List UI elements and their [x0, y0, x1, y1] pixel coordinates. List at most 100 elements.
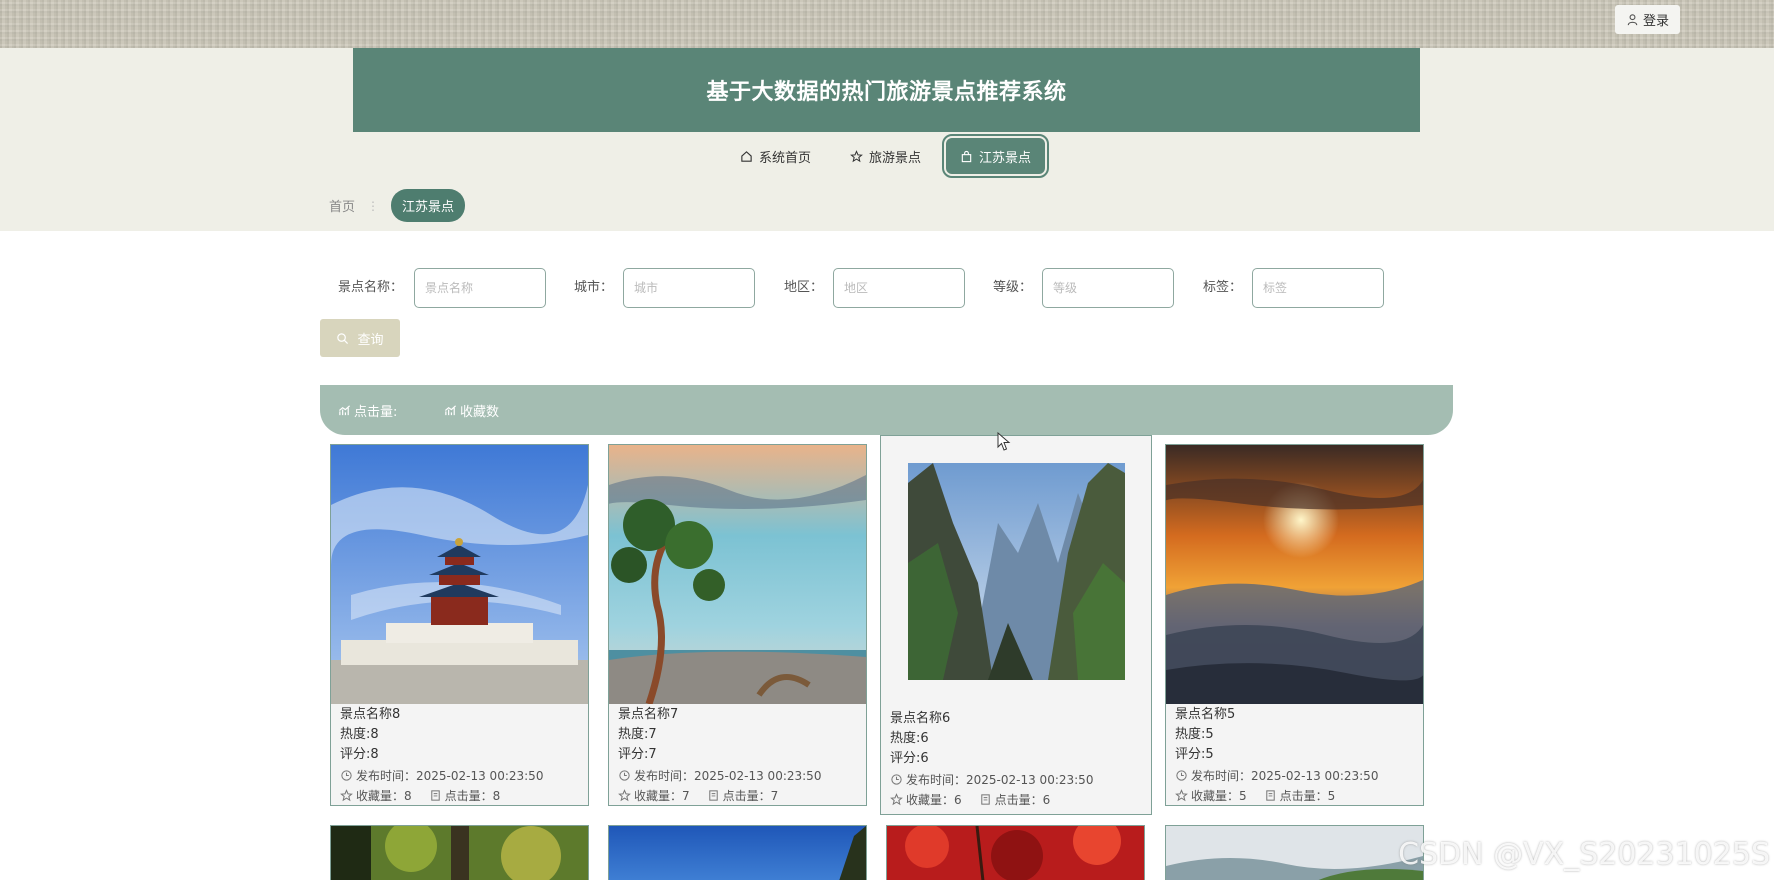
bag-icon — [961, 150, 972, 162]
favorites-count: 收藏量：6 — [906, 792, 962, 807]
login-label: 登录 — [1642, 13, 1669, 28]
nav-item-home[interactable]: 系统首页 — [740, 138, 811, 174]
city-input[interactable] — [623, 268, 755, 308]
publish-time-row: 发布时间：2025-02-13 00:23:50 — [618, 765, 821, 785]
favorites-count: 收藏量：5 — [1191, 788, 1247, 803]
title-banner: 基于大数据的热门旅游景点推荐系统 — [353, 48, 1420, 132]
attraction-image[interactable] — [1166, 445, 1423, 704]
mountain-image — [908, 463, 1125, 680]
clicks-count: 点击量：8 — [444, 788, 501, 803]
star-icon — [1175, 788, 1188, 801]
nav-item-label: 江苏景点 — [979, 150, 1032, 166]
attraction-card-hovered[interactable]: 景点名称6 热度:6 评分:6 发布时间：2025-02-13 00:23:50… — [880, 435, 1152, 815]
red-maple-image — [887, 817, 1144, 880]
clicks-count: 点击量：6 — [994, 792, 1051, 807]
stats-row: 收藏量：7 点击量：7 — [618, 785, 821, 805]
search-form: 景点名称： 城市： 地区： 等级： 标签： — [0, 268, 1774, 308]
clicks-count: 点击量：7 — [722, 788, 779, 803]
pine-tree-image — [609, 445, 866, 704]
nav-item-label: 系统首页 — [759, 150, 812, 166]
chart-icon — [339, 404, 351, 415]
stats-row: 收藏量：5 点击量：5 — [1175, 785, 1378, 805]
attraction-score: 评分:8 — [340, 747, 379, 762]
sort-clicks-label: 点击量: — [354, 404, 398, 420]
cloudy-landscape-image — [1166, 826, 1423, 880]
sunset-clouds-image — [1166, 445, 1423, 704]
attraction-card[interactable] — [886, 817, 1145, 880]
attraction-name: 景点名称7 — [618, 707, 679, 722]
name-label: 景点名称： — [338, 280, 404, 295]
name-input[interactable] — [414, 268, 546, 308]
breadcrumb-separator: ⋮ — [367, 198, 380, 213]
attraction-card[interactable]: 景点名称7 热度:7 评分:7 发布时间：2025-02-13 00:23:50… — [608, 444, 867, 806]
attraction-card[interactable] — [330, 820, 589, 880]
attraction-heat: 热度:5 — [1175, 727, 1214, 742]
publish-time-row: 发布时间：2025-02-13 00:23:50 — [1175, 765, 1378, 785]
clock-icon — [1176, 769, 1187, 781]
attraction-heat: 热度:8 — [340, 727, 379, 742]
clock-icon — [619, 769, 630, 781]
blue-sky-image — [609, 826, 866, 880]
publish-time: 发布时间：2025-02-13 00:23:50 — [634, 768, 822, 783]
clock-icon — [891, 773, 902, 785]
region-input[interactable] — [833, 268, 965, 308]
page-title: 基于大数据的热门旅游景点推荐系统 — [706, 80, 1067, 105]
publish-time: 发布时间：2025-02-13 00:23:50 — [1191, 768, 1379, 783]
level-input[interactable] — [1042, 268, 1174, 308]
search-icon — [337, 332, 349, 344]
tag-input[interactable] — [1252, 268, 1384, 308]
sort-clicks[interactable]: 点击量: — [338, 385, 397, 435]
query-label: 查询 — [357, 332, 384, 348]
attraction-heat: 热度:6 — [890, 731, 929, 746]
attraction-card[interactable] — [1165, 825, 1424, 880]
star-icon — [850, 149, 863, 162]
attraction-name: 景点名称5 — [1175, 707, 1236, 722]
document-icon — [430, 789, 440, 801]
attraction-card[interactable]: 景点名称5 热度:5 评分:5 发布时间：2025-02-13 00:23:50… — [1165, 444, 1424, 806]
forest-image — [331, 820, 588, 880]
breadcrumb-current: 江苏景点 — [391, 189, 466, 222]
attraction-score: 评分:6 — [890, 751, 929, 766]
document-icon — [1265, 789, 1275, 801]
attraction-card[interactable] — [608, 825, 867, 880]
favorites-count: 收藏量：7 — [634, 788, 690, 803]
query-button[interactable]: 查询 — [320, 319, 400, 357]
sort-favorites[interactable]: 收藏数 — [444, 385, 499, 435]
breadcrumb: 首页 ⋮ 江苏景点 — [320, 189, 466, 222]
city-label: 城市： — [574, 280, 614, 295]
top-texture-strip — [0, 0, 1774, 48]
publish-time: 发布时间：2025-02-13 00:23:50 — [356, 768, 544, 783]
publish-time-row: 发布时间：2025-02-13 00:23:50 — [340, 765, 543, 785]
temple-image — [331, 445, 588, 704]
login-button[interactable]: 登录 — [1615, 5, 1680, 34]
sort-bar: 点击量: 收藏数 — [320, 385, 1453, 435]
document-icon — [708, 789, 718, 801]
attraction-name: 景点名称8 — [340, 707, 401, 722]
nav-item-label: 旅游景点 — [869, 150, 922, 166]
mouse-cursor-icon — [997, 432, 1011, 451]
attraction-name: 景点名称6 — [890, 711, 951, 726]
level-label: 等级： — [993, 280, 1033, 295]
document-icon — [980, 793, 990, 805]
attraction-image[interactable] — [609, 445, 866, 704]
main-nav: 系统首页 旅游景点 江苏景点 — [0, 134, 1774, 178]
nav-item-jiangsu[interactable]: 江苏景点 — [941, 134, 1050, 178]
attraction-card[interactable]: 景点名称8 热度:8 评分:8 发布时间：2025-02-13 00:23:50… — [330, 444, 589, 806]
attraction-score: 评分:5 — [1175, 747, 1214, 762]
stats-row: 收藏量：6 点击量：6 — [890, 789, 1093, 809]
publish-time-row: 发布时间：2025-02-13 00:23:50 — [890, 769, 1093, 789]
nav-item-attractions[interactable]: 旅游景点 — [850, 138, 921, 174]
clicks-count: 点击量：5 — [1279, 788, 1336, 803]
star-icon — [340, 788, 353, 801]
region-label: 地区： — [784, 280, 824, 295]
clock-icon — [341, 769, 352, 781]
attraction-image[interactable] — [908, 463, 1125, 680]
breadcrumb-home[interactable]: 首页 — [329, 196, 355, 215]
attraction-image[interactable] — [331, 445, 588, 704]
attraction-score: 评分:7 — [618, 747, 657, 762]
home-icon — [741, 150, 752, 162]
attraction-heat: 热度:7 — [618, 727, 657, 742]
stats-row: 收藏量：8 点击量：8 — [340, 785, 543, 805]
watermark: CSDN @VX_S20231025S — [1398, 837, 1770, 872]
user-icon — [1627, 14, 1638, 26]
